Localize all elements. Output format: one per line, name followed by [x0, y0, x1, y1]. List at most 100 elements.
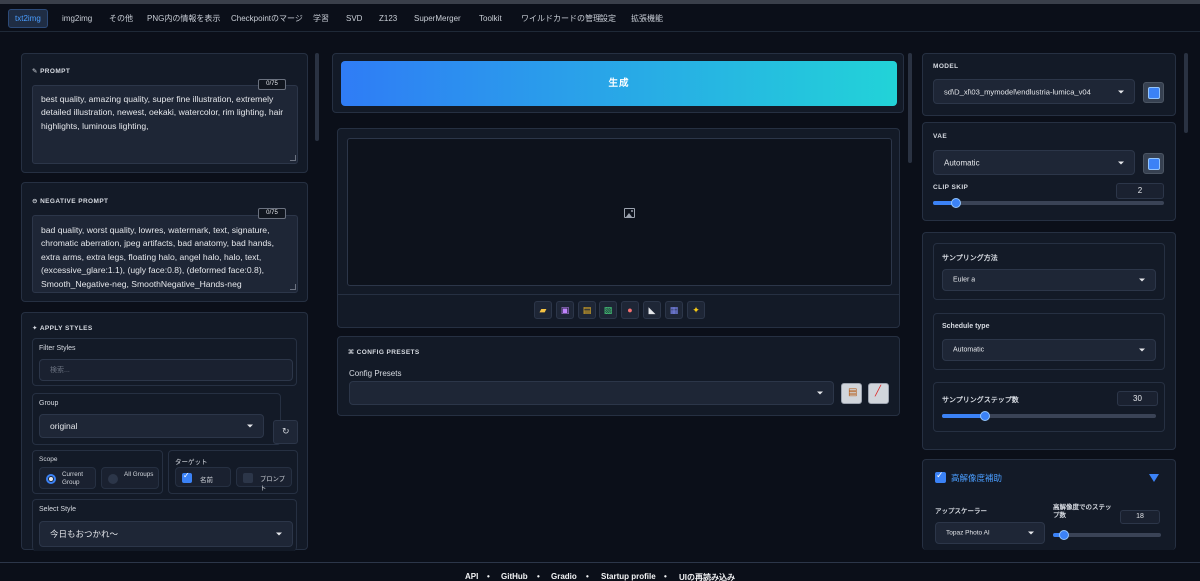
tab-img2img[interactable]: img2img: [56, 9, 98, 28]
config-presets-select[interactable]: [349, 381, 834, 405]
footer-link-gradio[interactable]: Gradio: [551, 572, 577, 581]
hires-steps-slider-thumb[interactable]: [1059, 530, 1069, 540]
sampler-box: サンプリング方法 Euler a: [933, 243, 1165, 300]
checkbox-checked-icon: ✓: [182, 471, 192, 483]
clip-skip-slider-track[interactable]: [933, 201, 1164, 205]
target-name-option[interactable]: ✓ 名前: [175, 467, 231, 487]
clipboard-icon: ▤: [848, 387, 858, 398]
select-style-label: Select Style: [39, 506, 76, 513]
vae-select[interactable]: Automatic: [933, 150, 1135, 175]
hires-checkbox[interactable]: ✓: [935, 470, 946, 483]
tab-supermerger[interactable]: SuperMerger: [408, 9, 467, 28]
clip-skip-slider-thumb[interactable]: [951, 198, 961, 208]
apply-styles-label: ✦ APPLY STYLES: [32, 325, 93, 332]
model-select[interactable]: sd\D_xl\03_mymodel\endlustria-lumica_v04: [933, 79, 1135, 104]
hires-collapse-icon[interactable]: [1149, 474, 1159, 482]
schedule-select[interactable]: Automatic: [942, 339, 1156, 361]
clip-skip-number[interactable]: 2: [1116, 183, 1164, 199]
negative-prompt-textarea[interactable]: bad quality, worst quality, lowres, wate…: [32, 215, 298, 293]
schedule-label: Schedule type: [942, 323, 990, 330]
footer-link-startup-profile[interactable]: Startup profile: [601, 572, 656, 581]
footer-separator: •: [586, 572, 589, 581]
vae-label: VAE: [933, 133, 948, 140]
output-divider: [338, 294, 899, 295]
generate-button[interactable]: 生成: [341, 61, 897, 106]
sparkle-icon[interactable]: ✦: [687, 301, 705, 319]
group-box: Group original: [32, 393, 281, 445]
tab-train[interactable]: 学習: [307, 9, 335, 28]
model-panel: MODEL sd\D_xl\03_mymodel\endlustria-lumi…: [922, 53, 1176, 116]
sampler-select[interactable]: Euler a: [942, 269, 1156, 291]
prompt-resize-handle[interactable]: [290, 155, 296, 161]
target-name-label: 名前: [200, 477, 213, 484]
edit-preset-button[interactable]: ╱: [868, 383, 889, 404]
image-icon[interactable]: ▧: [599, 301, 617, 319]
negative-prompt-panel: ⊖ NEGATIVE PROMPT bad quality, worst qua…: [21, 182, 308, 302]
config-presets-panel: ⌘ CONFIG PRESETS Config Presets ▤ ╱: [337, 336, 900, 416]
tab-checkpoint-merge[interactable]: Checkpointのマージ: [225, 9, 309, 28]
footer: API • GitHub • Gradio • Startup profile …: [0, 562, 1200, 581]
refresh-icon: ↻: [282, 426, 290, 436]
hires-label: 高解像度補助: [951, 473, 1003, 483]
steps-slider-fill: [942, 414, 985, 418]
negative-prompt-resize-handle[interactable]: [290, 284, 296, 290]
tab-settings[interactable]: 設定: [594, 9, 622, 28]
upscaler-label: アップスケーラー: [935, 508, 987, 515]
tab-txt2img[interactable]: txt2img: [8, 9, 48, 28]
ruler-icon[interactable]: ◣: [643, 301, 661, 319]
footer-link-reload-ui[interactable]: UIの再読み込み: [679, 572, 735, 581]
filter-styles-input[interactable]: 検索...: [39, 359, 293, 381]
scope-all-groups-option[interactable]: All Groups: [101, 467, 159, 489]
tab-bar: txt2img img2img その他 PNG内の情報を表示 Checkpoin…: [0, 4, 1200, 32]
footer-link-api[interactable]: API: [465, 572, 478, 581]
brush-icon: ╱: [875, 386, 882, 397]
prompt-label: ✎ PROMPT: [32, 68, 71, 75]
negative-prompt-token-counter: 0/75: [258, 208, 286, 219]
steps-slider-thumb[interactable]: [980, 411, 990, 421]
hires-steps-number[interactable]: 18: [1120, 510, 1160, 524]
prompt-textarea[interactable]: best quality, amazing quality, super fin…: [32, 85, 298, 164]
center-column-scrollbar[interactable]: [908, 53, 912, 163]
negative-prompt-label: ⊖ NEGATIVE PROMPT: [32, 198, 109, 205]
tab-z123[interactable]: Z123: [373, 9, 403, 28]
tab-svd[interactable]: SVD: [340, 9, 368, 28]
refresh-icon: [1147, 157, 1160, 170]
refresh-model-button[interactable]: [1143, 82, 1164, 103]
prompt-token-counter: 0/75: [258, 79, 286, 90]
target-prompt-option[interactable]: プロンプト: [236, 467, 292, 492]
target-label: ターゲット: [175, 459, 208, 466]
steps-label: サンプリングステップ数: [942, 397, 1019, 404]
scope-label: Scope: [39, 456, 58, 463]
scope-box: Scope Current Group All Groups: [32, 450, 163, 494]
tab-other[interactable]: その他: [103, 9, 139, 28]
hires-steps-slider-track[interactable]: [1053, 533, 1161, 537]
footer-separator: •: [664, 572, 667, 581]
refresh-groups-button[interactable]: ↻: [273, 420, 298, 444]
tab-toolkit[interactable]: Toolkit: [473, 9, 508, 28]
model-label: MODEL: [933, 63, 959, 70]
radio-checked-icon: [46, 474, 56, 484]
filter-styles-box: Filter Styles 検索...: [32, 338, 297, 386]
save-icon[interactable]: ▣: [556, 301, 574, 319]
checkmark-icon: ✓: [936, 470, 944, 480]
scope-current-group-option[interactable]: Current Group: [39, 467, 96, 489]
footer-separator: •: [487, 572, 490, 581]
config-presets-field-label: Config Presets: [349, 369, 402, 378]
save-preset-button[interactable]: ▤: [841, 383, 862, 404]
upscaler-select[interactable]: Topaz Photo AI: [935, 522, 1045, 544]
apply-styles-panel: ✦ APPLY STYLES Filter Styles 検索... Group…: [21, 312, 308, 551]
folder-icon[interactable]: ▰: [534, 301, 552, 319]
palette-icon[interactable]: ●: [621, 301, 639, 319]
refresh-vae-button[interactable]: [1143, 153, 1164, 174]
archive-icon[interactable]: ▤: [578, 301, 596, 319]
select-style-dropdown[interactable]: 今日もおつかれ〜: [39, 521, 293, 547]
footer-link-github[interactable]: GitHub: [501, 572, 528, 581]
left-column-scrollbar[interactable]: [315, 53, 319, 141]
group-select[interactable]: original: [39, 414, 264, 438]
tab-extensions[interactable]: 拡張機能: [625, 9, 669, 28]
steps-number[interactable]: 30: [1117, 391, 1158, 406]
prompt-panel: ✎ PROMPT best quality, amazing quality, …: [21, 53, 308, 173]
tab-png-info[interactable]: PNG内の情報を表示: [141, 9, 226, 28]
clipboard-icon[interactable]: ▦: [665, 301, 683, 319]
right-column-scrollbar[interactable]: [1184, 53, 1188, 133]
